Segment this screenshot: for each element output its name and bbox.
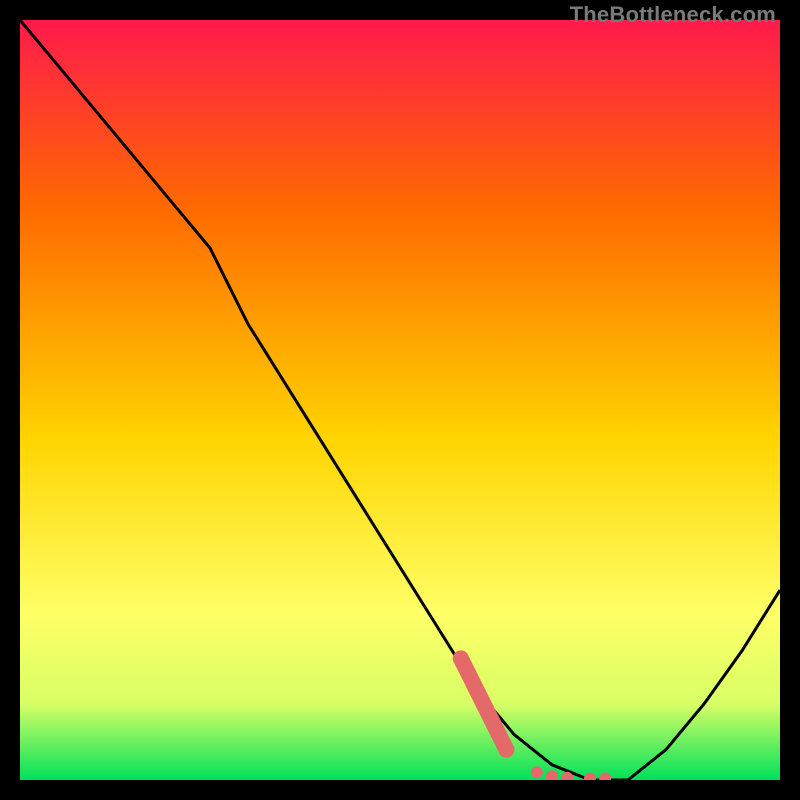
chart-frame [20, 20, 780, 780]
highlight-marker [468, 681, 484, 697]
highlight-marker [460, 666, 476, 682]
highlight-marker [483, 711, 499, 727]
highlight-marker [453, 650, 469, 666]
highlight-marker [476, 696, 492, 712]
watermark-text: TheBottleneck.com [570, 2, 776, 28]
highlight-marker [498, 742, 514, 758]
highlight-marker [491, 726, 507, 742]
bottleneck-chart [20, 20, 780, 780]
highlight-marker [531, 766, 543, 778]
gradient-background [20, 20, 780, 780]
